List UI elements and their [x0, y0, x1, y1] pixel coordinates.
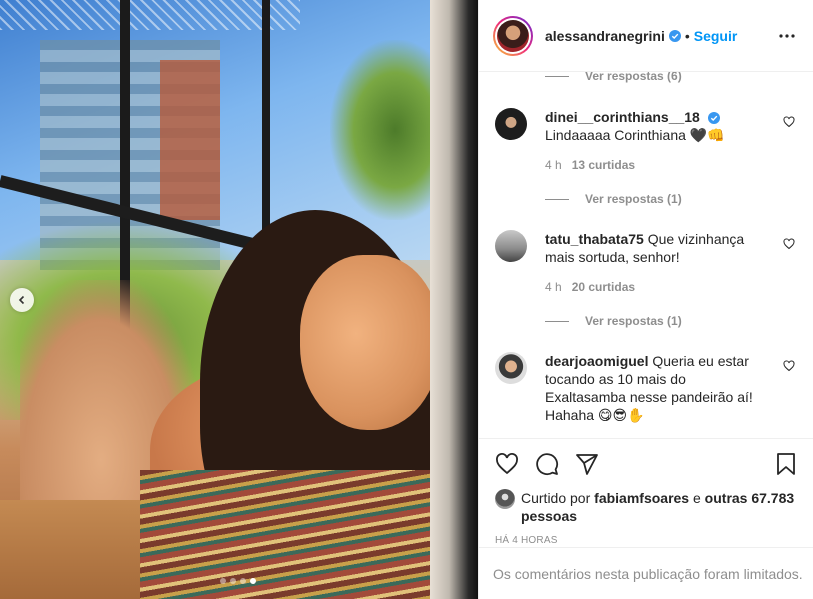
photo-floor — [0, 500, 160, 599]
comment: dinei__corinthians__18 Lindaaaaa Corinth… — [495, 108, 795, 174]
view-replies-button[interactable]: Ver respostas (1) — [545, 314, 682, 328]
follow-button[interactable]: Seguir — [694, 28, 738, 44]
post-sidebar: alessandranegrini • Seguir Ver respostas… — [478, 0, 813, 599]
commenter-avatar[interactable] — [495, 108, 527, 140]
post-photo[interactable] — [0, 0, 478, 599]
save-bookmark-icon[interactable] — [774, 452, 798, 476]
liked-by: Curtido por fabiamfsoares e outras 67.78… — [479, 489, 813, 525]
liked-by-prefix: Curtido por — [521, 490, 591, 506]
heart-icon[interactable] — [783, 238, 795, 250]
comment-username[interactable]: tatu_thabata75 — [545, 231, 644, 247]
comments-list: Ver respostas (6) dinei__corinthians__18… — [479, 72, 813, 438]
share-icon[interactable] — [575, 452, 599, 476]
view-replies-button[interactable]: Ver respostas (1) — [545, 192, 682, 206]
verified-badge-icon — [668, 29, 681, 42]
post-header: alessandranegrini • Seguir — [479, 0, 813, 72]
chevron-left-icon — [18, 295, 25, 305]
view-replies-button[interactable]: Ver respostas (6) — [545, 72, 682, 83]
comment-username[interactable]: dearjoaomiguel — [545, 353, 648, 369]
verified-badge-icon — [707, 112, 720, 125]
comment-likes[interactable]: 20 curtidas — [572, 278, 635, 296]
comment-text: Lindaaaaa Corinthiana 🖤👊 — [545, 127, 725, 143]
liked-by-connector: e — [692, 490, 701, 506]
header-separator: • — [684, 27, 690, 44]
liker-username[interactable]: fabiamfsoares — [594, 490, 689, 506]
carousel-dot — [220, 578, 226, 584]
photo-building-accent — [160, 60, 220, 220]
commenter-avatar[interactable] — [495, 352, 527, 384]
heart-icon[interactable] — [783, 116, 795, 128]
post-timestamp[interactable]: HÁ 4 HORAS — [479, 525, 813, 546]
like-heart-icon[interactable] — [495, 452, 519, 476]
photo-striped-top — [140, 470, 440, 599]
heart-icon[interactable] — [783, 360, 795, 372]
comment-time: 4 h — [545, 158, 562, 172]
more-dots-icon — [779, 33, 795, 38]
comment-likes[interactable]: 13 curtidas — [572, 156, 635, 174]
liker-avatar[interactable] — [495, 489, 515, 509]
comment: dearjoaomiguel Queria eu estar tocando a… — [495, 352, 795, 424]
more-options-button[interactable] — [775, 24, 799, 48]
photo-person-face — [300, 255, 440, 430]
photo-railing — [0, 0, 300, 30]
comment: tatu_thabata75 Que vizinhança mais sortu… — [495, 230, 795, 296]
carousel-dot — [250, 578, 256, 584]
author-avatar[interactable] — [493, 15, 533, 56]
instagram-post: alessandranegrini • Seguir Ver respostas… — [0, 0, 813, 599]
comment-icon[interactable] — [535, 452, 559, 476]
photo-mirror — [430, 0, 478, 599]
comment-username[interactable]: dinei__corinthians__18 — [545, 109, 700, 125]
action-bar — [479, 439, 813, 489]
carousel-dot — [230, 578, 236, 584]
post-actions-area: Curtido por fabiamfsoares e outras 67.78… — [479, 438, 813, 546]
comments-limited-notice: Os comentários nesta publicação foram li… — [479, 547, 813, 599]
author-username[interactable]: alessandranegrini — [545, 28, 665, 44]
comment-time: 4 h — [545, 280, 562, 294]
carousel-previous-button[interactable] — [10, 288, 34, 312]
commenter-avatar[interactable] — [495, 230, 527, 262]
carousel-dot — [240, 578, 246, 584]
carousel-indicator — [220, 578, 256, 584]
